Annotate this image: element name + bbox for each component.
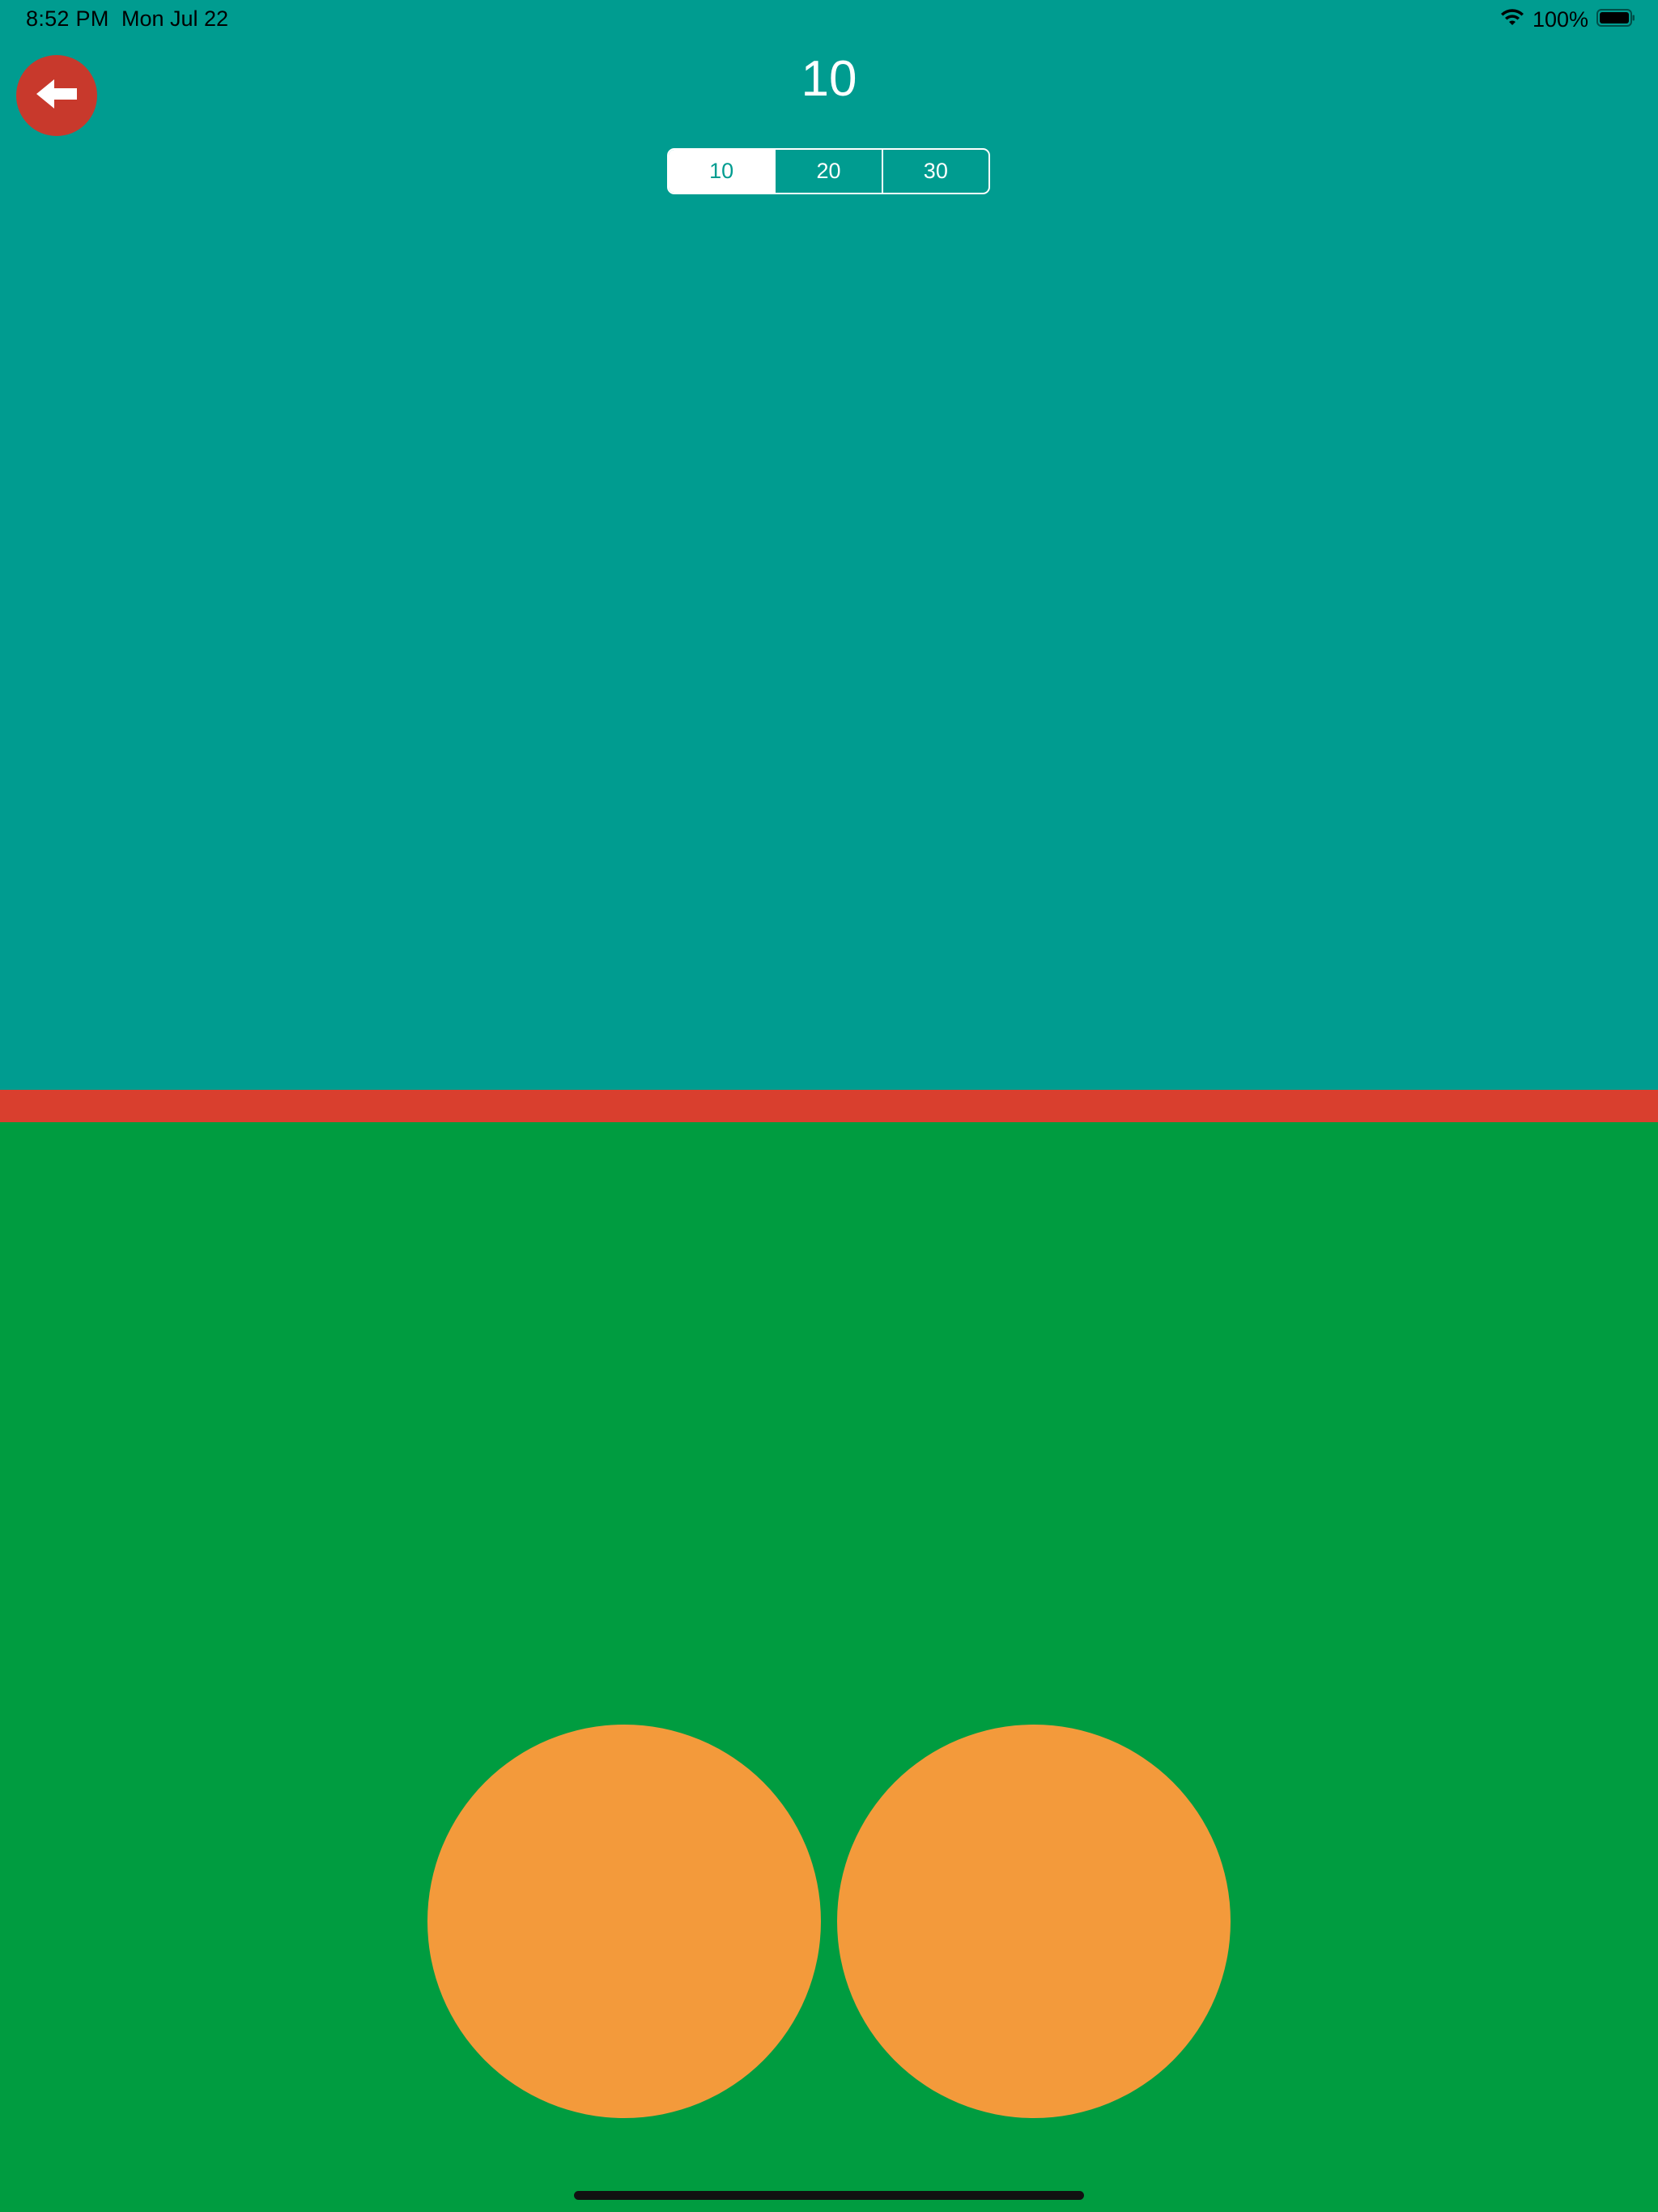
segment-20[interactable]: 20 xyxy=(774,150,881,193)
round-count-selector: 10 20 30 xyxy=(667,148,990,194)
segment-30[interactable]: 30 xyxy=(881,150,988,193)
battery-percentage: 100% xyxy=(1532,6,1588,32)
status-date: Mon Jul 22 xyxy=(121,6,229,31)
right-tap-pad[interactable] xyxy=(837,1725,1231,2118)
status-time: 8:52 PM xyxy=(26,6,109,31)
left-tap-pad[interactable] xyxy=(427,1725,821,2118)
game-screen: 8:52 PM Mon Jul 22 100% 10 10 20 30 xyxy=(0,0,1658,2212)
player-area xyxy=(0,1122,1658,2212)
segment-10[interactable]: 10 xyxy=(669,150,775,193)
home-indicator[interactable] xyxy=(574,2191,1084,2200)
round-value: 10 xyxy=(801,51,857,107)
center-divider xyxy=(0,1090,1658,1122)
wifi-icon xyxy=(1500,8,1524,32)
status-indicators: 100% xyxy=(1500,5,1635,34)
battery-icon xyxy=(1596,8,1635,32)
